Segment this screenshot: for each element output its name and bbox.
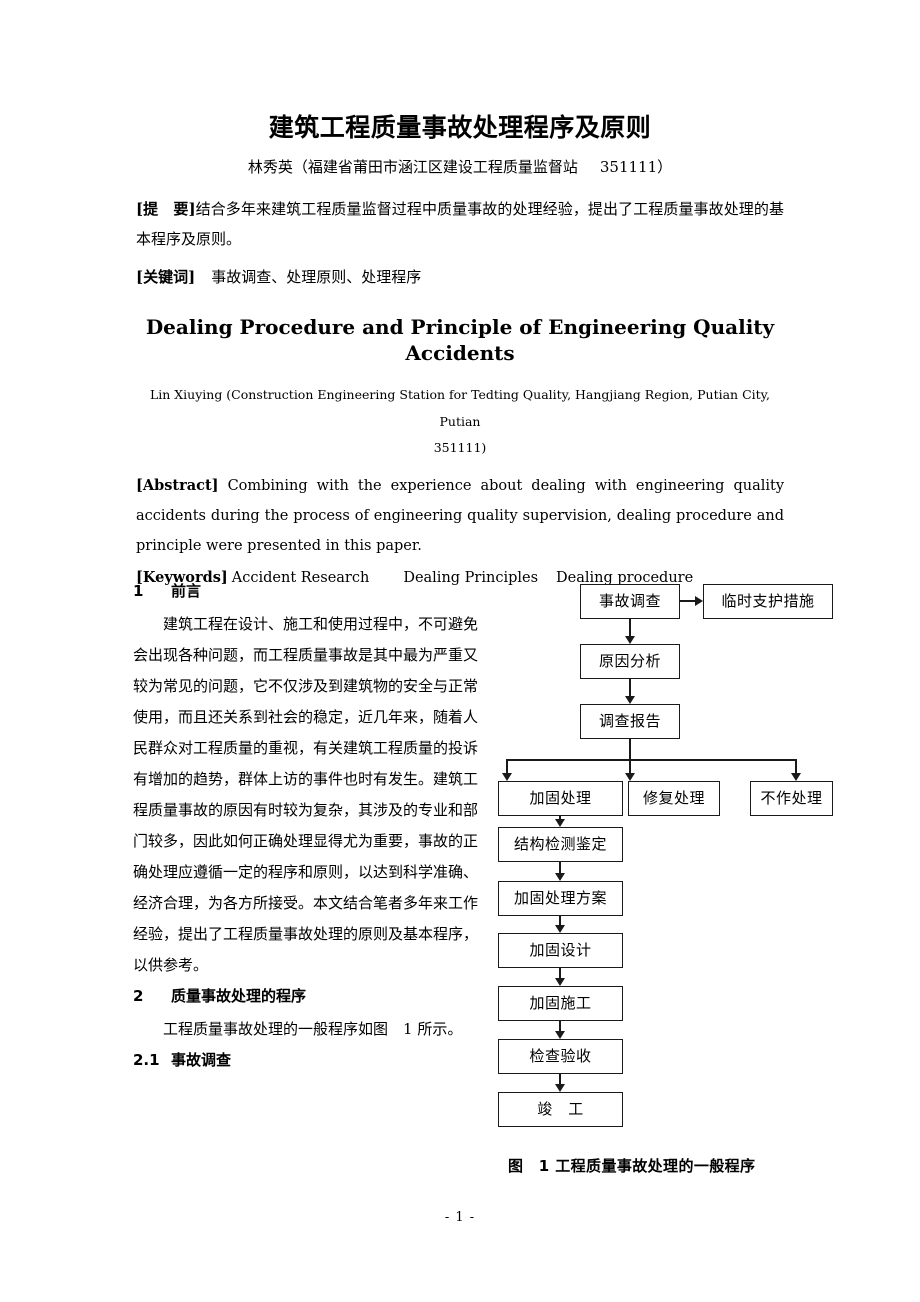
paper-header: 建筑工程质量事故处理程序及原则 林秀英（福建省莆田市涵江区建设工程质量监督站 35… (136, 112, 784, 593)
section-number-2: 2 (133, 987, 144, 1006)
flow-box-reinforcement-plan: 加固处理方案 (498, 881, 623, 916)
section-1-paragraph: 建筑工程在设计、施工和使用过程中，不可避免会出现各种问题，而工程质量事故是其中最… (133, 614, 479, 975)
flow-box-accident-investigation: 事故调查 (580, 584, 680, 619)
flow-box-inspection-acceptance: 检查验收 (498, 1039, 623, 1074)
page-title-en: Dealing Procedure and Principle of Engin… (145, 314, 775, 365)
connector-construction-to-acceptance (559, 1021, 561, 1031)
author-name-zh: 林秀英（福建省莆田市涵江区建设工程质量监督站 (247, 158, 578, 177)
author-name-en: Lin Xiuying (Construction Engineering St… (149, 387, 771, 429)
flow-box-repair-treatment: 修复处理 (628, 781, 720, 816)
connector-accident-to-support (680, 600, 695, 602)
connector-acceptance-to-completion (559, 1074, 561, 1084)
arrow-down-icon (555, 925, 565, 933)
flow-box-completion: 竣 工 (498, 1092, 623, 1127)
arrow-down-icon (555, 1084, 565, 1092)
connector-branch-left (506, 759, 508, 773)
flow-box-cause-analysis: 原因分析 (580, 644, 680, 679)
abstract-label-en: [Abstract] (136, 477, 219, 495)
connector-design-to-construction (559, 968, 561, 978)
abstract-zh: [提 要]结合多年来建筑工程质量监督过程中质量事故的处理经验，提出了工程质量事故… (136, 194, 784, 254)
section-number-2-1: 2.1 (133, 1050, 160, 1069)
connector-branch-mid (629, 759, 631, 773)
arrow-down-icon (625, 636, 635, 644)
page-number: - 1 - (444, 1210, 476, 1225)
flow-box-reinforcement-design: 加固设计 (498, 933, 623, 968)
connector-plan-to-design (559, 916, 561, 925)
keywords-zh: [关键词] 事故调查、处理原则、处理程序 (136, 263, 784, 292)
section-heading-2: 2 质量事故处理的程序 (133, 985, 478, 1008)
author-affiliation-zh: 林秀英（福建省莆田市涵江区建设工程质量监督站 351111） (136, 157, 784, 178)
flow-box-investigation-report: 调查报告 (580, 704, 680, 739)
arrow-down-icon (555, 873, 565, 881)
arrow-down-icon (555, 819, 565, 827)
connector-cause-to-report (629, 679, 631, 696)
flow-box-structure-inspection: 结构检测鉴定 (498, 827, 623, 862)
abstract-text-en: Combining with the experience about deal… (136, 478, 785, 554)
arrow-down-icon (625, 773, 635, 781)
flow-box-temporary-support: 临时支护措施 (703, 584, 833, 619)
arrow-down-icon (555, 1031, 565, 1039)
section-heading-1: 1 前言 (133, 580, 478, 603)
flow-box-no-treatment: 不作处理 (750, 781, 833, 816)
connector-report-split-bar (506, 759, 797, 761)
abstract-label-zh: [提 要] (136, 200, 196, 219)
connector-report-stem (629, 739, 631, 759)
section-heading-2-1: 2.1 事故调查 (133, 1049, 478, 1072)
author-zipcode-zh: 351111） (599, 158, 673, 177)
arrow-down-icon (555, 978, 565, 986)
section-number-1: 1 (133, 582, 144, 600)
flow-box-reinforcement-treatment: 加固处理 (498, 781, 623, 816)
page-title: 建筑工程质量事故处理程序及原则 (268, 113, 652, 142)
flow-box-reinforcement-construction: 加固施工 (498, 986, 623, 1021)
arrow-down-icon (625, 696, 635, 704)
author-zipcode-en: 351111) (433, 439, 487, 455)
section-title-1: 前言 (171, 582, 202, 600)
connector-accident-to-cause (629, 619, 631, 636)
author-affiliation-en: Lin Xiuying (Construction Engineering St… (136, 382, 784, 461)
section-2-paragraph: 工程质量事故处理的一般程序如图 1 所示。 (163, 1019, 463, 1038)
body-column-left: 1 前言 建筑工程在设计、施工和使用过程中，不可避免会出现各种问题，而工程质量事故… (133, 580, 478, 1077)
arrow-down-icon (502, 773, 512, 781)
section-title-2: 质量事故处理的程序 (171, 987, 307, 1006)
abstract-text-zh: 结合多年来建筑工程质量监督过程中质量事故的处理经验，提出了工程质量事故处理的基本… (136, 200, 784, 249)
figure-caption: 图 1 工程质量事故处理的一般程序 (508, 1157, 756, 1175)
abstract-en: [Abstract] Combining with the experience… (136, 471, 784, 561)
document-page: 建筑工程质量事故处理程序及原则 林秀英（福建省莆田市涵江区建设工程质量监督站 35… (0, 0, 920, 1302)
keywords-text-zh: 事故调查、处理原则、处理程序 (211, 268, 422, 287)
keywords-label-zh: [关键词] (136, 268, 196, 287)
arrow-right-icon (695, 596, 703, 606)
page-footer: - 1 - (0, 1210, 920, 1225)
flowchart-figure-1: 事故调查 临时支护措施 原因分析 调查报告 加固处理 修复处理 不作处理 结构检… (490, 575, 850, 1135)
connector-branch-right (795, 759, 797, 773)
arrow-down-icon (791, 773, 801, 781)
section-title-2-1: 事故调查 (171, 1050, 232, 1069)
connector-inspection-to-plan (559, 862, 561, 873)
